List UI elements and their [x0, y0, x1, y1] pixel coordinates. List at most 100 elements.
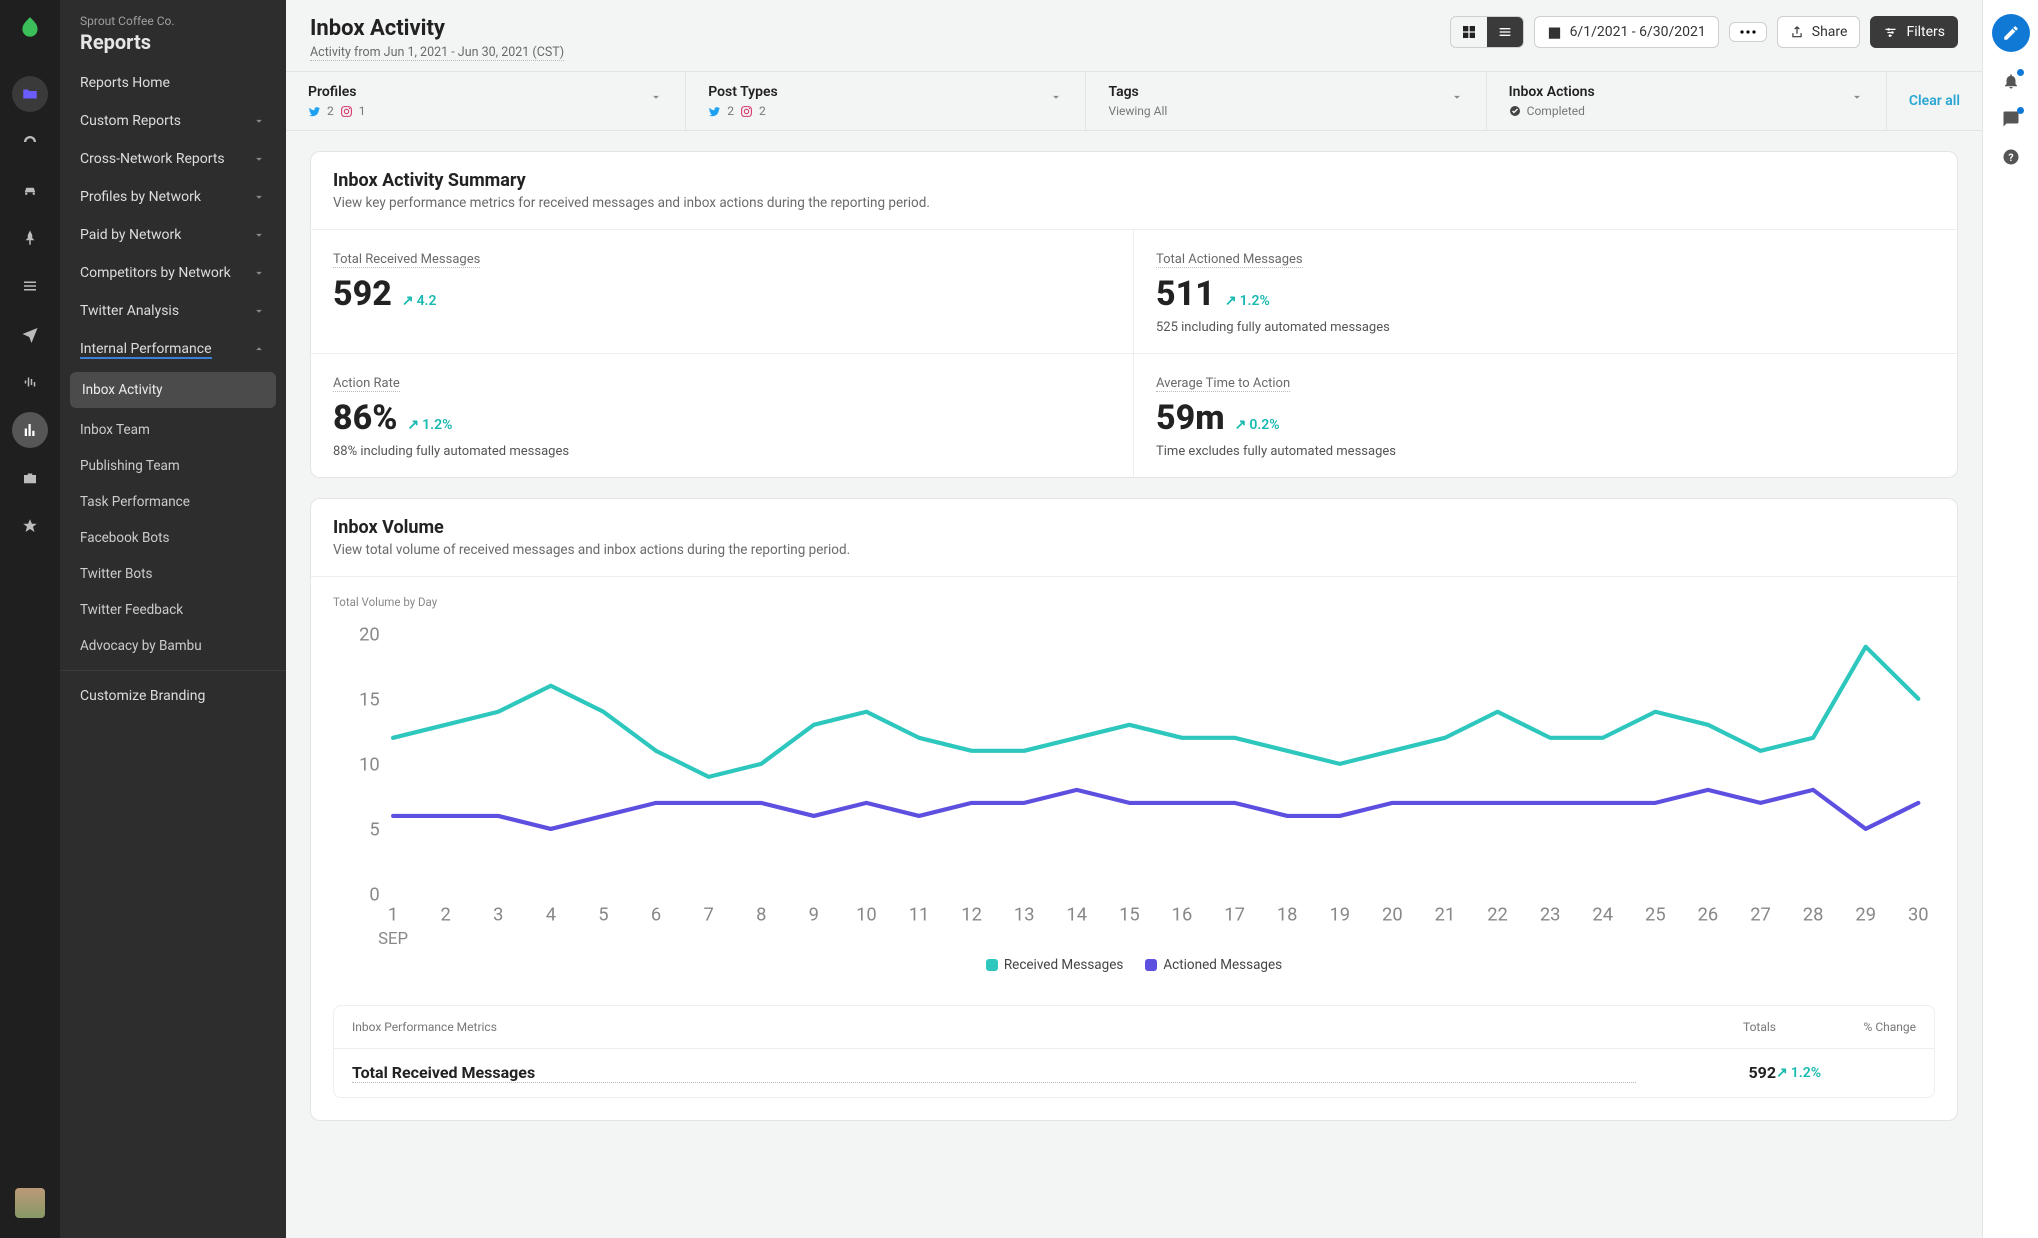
metric-note: Time excludes fully automated messages — [1156, 444, 1935, 459]
svg-text:20: 20 — [359, 624, 380, 645]
nav-list-icon[interactable] — [12, 268, 48, 304]
legend-label: Actioned Messages — [1163, 957, 1282, 973]
notifications-icon[interactable] — [2002, 72, 2020, 90]
feedback-icon[interactable] — [2002, 110, 2020, 128]
sidebar-label: Customize Branding — [80, 688, 205, 704]
svg-text:24: 24 — [1592, 905, 1613, 926]
metric-note: 88% including fully automated messages — [333, 444, 1111, 459]
sidebar-subitem[interactable]: Inbox Team — [60, 412, 286, 448]
sidebar-subitem[interactable]: Twitter Feedback — [60, 592, 286, 628]
sidebar-group[interactable]: Cross-Network Reports — [60, 140, 286, 178]
filter-tags[interactable]: Tags Viewing All — [1086, 72, 1486, 130]
sidebar-subitem[interactable]: Publishing Team — [60, 448, 286, 484]
metrics-table: Inbox Performance Metrics Totals % Chang… — [333, 1005, 1935, 1098]
svg-text:23: 23 — [1540, 905, 1561, 926]
nav-briefcase-icon[interactable] — [12, 460, 48, 496]
metric-delta: ↗ 0.2% — [1235, 417, 1280, 433]
sidebar-group[interactable]: Paid by Network — [60, 216, 286, 254]
sidebar-group[interactable]: Internal Performance — [60, 330, 286, 368]
sidebar-item-reports-home[interactable]: Reports Home — [60, 64, 286, 102]
svg-text:26: 26 — [1698, 905, 1719, 926]
legend-label: Received Messages — [1004, 957, 1124, 973]
sidebar-subitem[interactable]: Advocacy by Bambu — [60, 628, 286, 664]
sidebar-subitem[interactable]: Facebook Bots — [60, 520, 286, 556]
filter-profiles[interactable]: Profiles 2 1 — [286, 72, 686, 130]
sidebar-label: Internal Performance — [80, 341, 212, 357]
filter-actions[interactable]: Inbox Actions Completed — [1487, 72, 1887, 130]
help-icon[interactable]: ? — [2002, 148, 2020, 166]
chevron-down-icon — [649, 90, 663, 104]
clear-all-button[interactable]: Clear all — [1887, 72, 1982, 130]
nav-pulse-icon[interactable] — [12, 364, 48, 400]
chevron-down-icon — [1450, 90, 1464, 104]
svg-text:22: 22 — [1487, 905, 1508, 926]
nav-send-icon[interactable] — [12, 316, 48, 352]
sidebar-group[interactable]: Competitors by Network — [60, 254, 286, 292]
nav-folder-icon[interactable] — [12, 76, 48, 112]
metric-cell: Average Time to Action 59m ↗ 0.2% Time e… — [1134, 354, 1957, 477]
sidebar-subitem[interactable]: Twitter Bots — [60, 556, 286, 592]
svg-text:28: 28 — [1803, 905, 1824, 926]
svg-text:19: 19 — [1329, 905, 1350, 926]
svg-text:10: 10 — [856, 905, 877, 926]
row-change: ↗ 1.2% — [1776, 1065, 1916, 1081]
svg-text:12: 12 — [961, 905, 982, 926]
chevron-icon — [252, 152, 266, 166]
filter-post-types[interactable]: Post Types 2 2 — [686, 72, 1086, 130]
arrow-up-icon: ↗ — [1225, 293, 1237, 309]
sidebar-subitem[interactable]: Inbox Activity — [70, 372, 276, 408]
svg-text:SEP: SEP — [378, 930, 408, 949]
filters-button[interactable]: Filters — [1870, 16, 1958, 48]
date-range-button[interactable]: 6/1/2021 - 6/30/2021 — [1534, 16, 1719, 48]
compose-button[interactable] — [1992, 14, 2030, 52]
metric-cell: Action Rate 86% ↗ 1.2% 88% including ful… — [311, 354, 1134, 477]
grid-view-button[interactable] — [1451, 17, 1487, 47]
arrow-up-icon: ↗ — [1235, 417, 1247, 433]
nav-dashboard-icon[interactable] — [12, 124, 48, 160]
chevron-icon — [252, 266, 266, 280]
date-range-label: 6/1/2021 - 6/30/2021 — [1570, 24, 1706, 40]
sidebar-item-customize[interactable]: Customize Branding — [60, 677, 286, 715]
card-title: Inbox Volume — [333, 517, 1935, 538]
svg-text:13: 13 — [1014, 905, 1035, 926]
metric-label: Total Actioned Messages — [1156, 252, 1303, 268]
nav-reports-icon[interactable] — [12, 412, 48, 448]
metric-delta: ↗ 1.2% — [407, 417, 452, 433]
nav-star-icon[interactable] — [12, 508, 48, 544]
filter-label: Inbox Actions — [1509, 84, 1595, 100]
chevron-icon — [252, 190, 266, 204]
more-button[interactable] — [1729, 22, 1767, 42]
col-change: % Change — [1776, 1020, 1916, 1034]
sidebar-group[interactable]: Profiles by Network — [60, 178, 286, 216]
card-desc: View total volume of received messages a… — [333, 542, 1935, 558]
svg-text:18: 18 — [1277, 905, 1298, 926]
svg-text:29: 29 — [1855, 905, 1876, 926]
svg-text:5: 5 — [369, 820, 379, 841]
sidebar-group[interactable]: Custom Reports — [60, 102, 286, 140]
sidebar-subitem[interactable]: Task Performance — [60, 484, 286, 520]
view-toggle — [1450, 16, 1524, 48]
arrow-up-icon: ↗ — [402, 293, 414, 309]
logo-icon — [16, 14, 44, 42]
svg-text:4: 4 — [546, 905, 556, 926]
svg-text:10: 10 — [359, 755, 380, 776]
metric-label: Average Time to Action — [1156, 376, 1290, 392]
metric-note: 525 including fully automated messages — [1156, 320, 1935, 335]
main: Inbox Activity Activity from Jun 1, 2021… — [286, 0, 1982, 1238]
metric-label: Action Rate — [333, 376, 400, 392]
nav-car-icon[interactable] — [12, 172, 48, 208]
right-rail: ? — [1982, 0, 2038, 1238]
sidebar-label: Profiles by Network — [80, 189, 201, 205]
user-avatar[interactable] — [15, 1188, 45, 1218]
share-button[interactable]: Share — [1777, 16, 1861, 48]
metric-cell: Total Actioned Messages 511 ↗ 1.2% 525 i… — [1134, 230, 1957, 354]
filter-label: Post Types — [708, 84, 778, 100]
metric-delta: ↗ 4.2 — [402, 293, 437, 309]
list-view-button[interactable] — [1487, 17, 1523, 47]
sidebar-group[interactable]: Twitter Analysis — [60, 292, 286, 330]
nav-pin-icon[interactable] — [12, 220, 48, 256]
metric-value: 511 — [1156, 274, 1215, 314]
section-title: Reports — [80, 30, 266, 54]
svg-text:14: 14 — [1066, 905, 1087, 926]
svg-text:11: 11 — [909, 905, 930, 926]
